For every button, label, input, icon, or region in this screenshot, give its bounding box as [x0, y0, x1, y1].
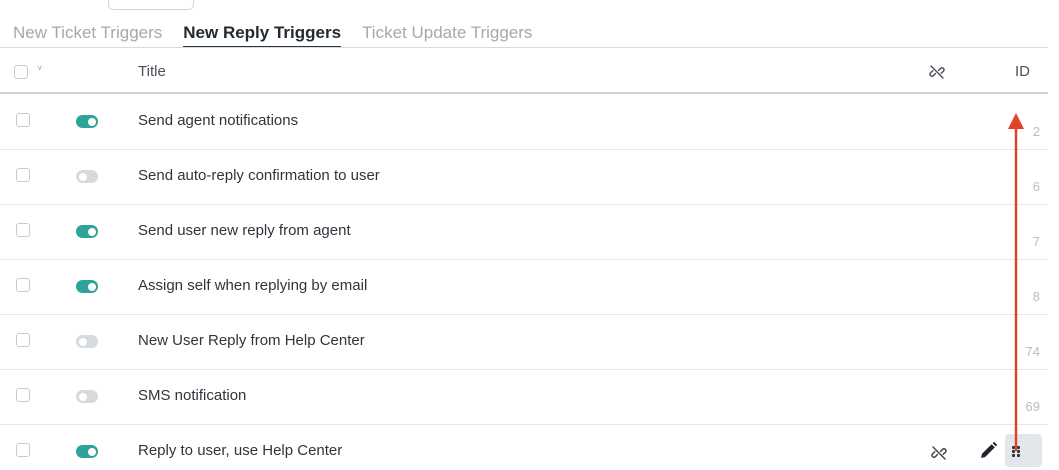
trigger-title[interactable]: Assign self when replying by email: [138, 277, 367, 294]
row-checkbox[interactable]: [16, 278, 30, 292]
trigger-toggle[interactable]: [76, 225, 98, 238]
tab-new-ticket-triggers[interactable]: New Ticket Triggers: [13, 22, 162, 48]
table-header: ˅ Title ID: [0, 48, 1048, 94]
trigger-toggle[interactable]: [76, 170, 98, 183]
row-checkbox[interactable]: [16, 168, 30, 182]
trigger-title[interactable]: Send auto-reply confirmation to user: [138, 167, 380, 184]
row-checkbox[interactable]: [16, 388, 30, 402]
row-checkbox[interactable]: [16, 113, 30, 127]
unlink-icon[interactable]: [930, 444, 948, 462]
trigger-id: 69: [1025, 399, 1040, 414]
trigger-id: 6: [1032, 179, 1040, 194]
table-row[interactable]: Send auto-reply confirmation to user 6: [0, 150, 1048, 205]
trigger-id: 2: [1032, 124, 1040, 139]
column-header-title[interactable]: Title: [138, 63, 166, 80]
trigger-toggle[interactable]: [76, 115, 98, 128]
pencil-icon[interactable]: [978, 441, 998, 461]
unlink-icon: [929, 65, 945, 79]
trigger-id: 8: [1032, 289, 1040, 304]
table-row[interactable]: New User Reply from Help Center 74: [0, 315, 1048, 370]
trigger-id: 7: [1032, 234, 1040, 249]
trigger-title[interactable]: SMS notification: [138, 387, 246, 404]
row-checkbox[interactable]: [16, 223, 30, 237]
column-header-id[interactable]: ID: [1015, 63, 1030, 80]
trigger-id: 74: [1025, 344, 1040, 359]
table-row[interactable]: Send agent notifications 2: [0, 95, 1048, 150]
trigger-toggle[interactable]: [76, 280, 98, 293]
trigger-title[interactable]: Send user new reply from agent: [138, 222, 351, 239]
select-all-checkbox[interactable]: [14, 65, 28, 79]
trigger-title[interactable]: Send agent notifications: [138, 112, 298, 129]
trigger-toggle[interactable]: [76, 335, 98, 348]
table-row[interactable]: Reply to user, use Help Center: [0, 425, 1048, 470]
select-menu-caret[interactable]: ˅: [37, 63, 42, 73]
tab-new-reply-triggers[interactable]: New Reply Triggers: [183, 22, 341, 48]
trigger-toggle[interactable]: [76, 445, 98, 458]
drag-handle-button[interactable]: [1005, 434, 1042, 467]
trigger-tabs: New Ticket Triggers New Reply Triggers T…: [13, 22, 532, 48]
row-checkbox[interactable]: [16, 443, 30, 457]
row-checkbox[interactable]: [16, 333, 30, 347]
drag-handle-icon: [1012, 446, 1021, 457]
table-row[interactable]: Assign self when replying by email 8: [0, 260, 1048, 315]
table-row[interactable]: Send user new reply from agent 7: [0, 205, 1048, 260]
trigger-title[interactable]: New User Reply from Help Center: [138, 332, 365, 349]
table-row[interactable]: SMS notification 69: [0, 370, 1048, 425]
trigger-title[interactable]: Reply to user, use Help Center: [138, 442, 342, 459]
trigger-toggle[interactable]: [76, 390, 98, 403]
tab-ticket-update-triggers[interactable]: Ticket Update Triggers: [362, 22, 532, 48]
dropdown-button-stub[interactable]: [108, 0, 194, 10]
